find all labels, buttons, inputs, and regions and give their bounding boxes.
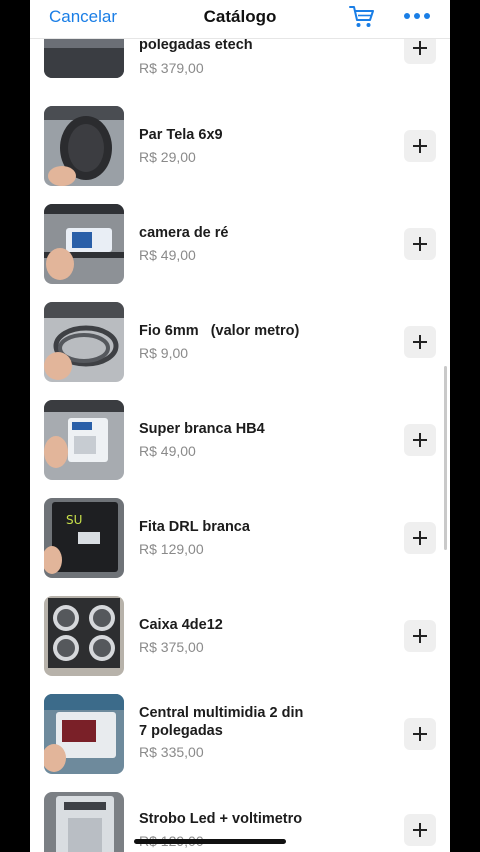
list-item[interactable]: SU Fita DRL branca R$ 129,00: [30, 490, 450, 588]
product-price: R$ 9,00: [139, 345, 189, 361]
product-thumbnail: [44, 596, 124, 676]
product-thumbnail: [44, 400, 124, 480]
product-price: R$ 335,00: [139, 744, 204, 760]
add-button[interactable]: [404, 130, 436, 162]
svg-text:SU: SU: [66, 513, 82, 527]
product-name: Super branca HB4: [139, 421, 265, 437]
product-thumbnail: [44, 106, 124, 186]
product-price: R$ 29,00: [139, 149, 196, 165]
add-button[interactable]: [404, 424, 436, 456]
product-name: Central multimidia 2 din 7 polegadas: [139, 705, 304, 739]
catalog-screen: polegadas etech R$ 379,00 Par Tela 6x9 R…: [30, 0, 450, 852]
more-icon[interactable]: [402, 6, 432, 26]
list-item[interactable]: Caixa 4de12 R$ 375,00: [30, 588, 450, 686]
add-button[interactable]: [404, 814, 436, 846]
list-item[interactable]: Par Tela 6x9 R$ 29,00: [30, 98, 450, 196]
product-price: R$ 379,00: [139, 60, 204, 76]
product-name: Par Tela 6x9: [139, 127, 223, 143]
product-thumbnail: [44, 302, 124, 382]
scrollbar[interactable]: [444, 366, 447, 550]
product-price: R$ 129,00: [139, 541, 204, 557]
add-button[interactable]: [404, 620, 436, 652]
product-price: R$ 49,00: [139, 247, 196, 263]
product-name: Fita DRL branca: [139, 519, 250, 535]
page-title: Catálogo: [203, 7, 277, 26]
home-indicator[interactable]: [134, 839, 286, 844]
list-item[interactable]: Fio 6mm (valor metro) R$ 9,00: [30, 294, 450, 392]
product-price: R$ 49,00: [139, 443, 196, 459]
add-button[interactable]: [404, 326, 436, 358]
product-name: Strobo Led + voltimetro: [139, 811, 303, 827]
add-button[interactable]: [404, 522, 436, 554]
cart-icon[interactable]: [348, 4, 376, 30]
product-name: Caixa 4de12: [139, 617, 223, 633]
list-item[interactable]: Super branca HB4 R$ 49,00: [30, 392, 450, 490]
product-thumbnail: [44, 792, 124, 852]
product-name: camera de ré: [139, 225, 229, 241]
product-price: R$ 375,00: [139, 639, 204, 655]
product-thumbnail: [44, 204, 124, 284]
add-button[interactable]: [404, 718, 436, 750]
navigation-bar: Cancelar Catálogo: [30, 0, 450, 39]
list-item[interactable]: camera de ré R$ 49,00: [30, 196, 450, 294]
product-thumbnail: SU: [44, 498, 124, 578]
product-thumbnail: [44, 694, 124, 774]
list-item[interactable]: Central multimidia 2 din 7 polegadas R$ …: [30, 686, 450, 784]
add-button[interactable]: [404, 228, 436, 260]
product-name: Fio 6mm (valor metro): [139, 323, 300, 339]
